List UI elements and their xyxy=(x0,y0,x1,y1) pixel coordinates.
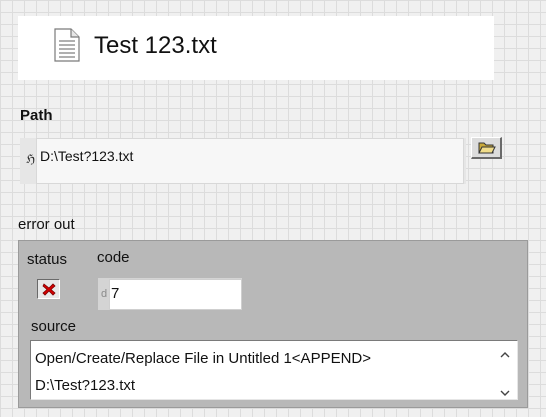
scroll-up-arrow[interactable] xyxy=(498,348,512,362)
code-label: code xyxy=(97,249,130,266)
path-type-glyph: ℌ xyxy=(26,152,36,166)
status-label: status xyxy=(27,251,68,268)
folder-open-icon xyxy=(478,142,496,154)
document-icon xyxy=(54,28,80,62)
chevron-down-icon xyxy=(500,390,510,396)
source-text-line: Open/Create/Replace File in Untitled 1<A… xyxy=(35,350,372,367)
status-indicator[interactable] xyxy=(37,279,60,299)
file-header: Test 123.txt xyxy=(18,16,494,80)
browse-button[interactable] xyxy=(471,137,502,159)
code-value: 7 xyxy=(111,285,120,302)
red-x-icon xyxy=(42,283,56,296)
error-out-label: error out xyxy=(18,216,75,233)
chevron-up-icon xyxy=(500,352,510,358)
file-title: Test 123.txt xyxy=(94,32,217,59)
path-value: D:\Test?123.txt xyxy=(40,148,134,164)
code-field[interactable] xyxy=(109,279,242,310)
source-text-line: D:\Test?123.txt xyxy=(35,377,136,394)
code-radix-indicator[interactable]: d xyxy=(101,288,107,300)
scroll-down-arrow[interactable] xyxy=(498,386,512,400)
path-label: Path xyxy=(20,107,53,124)
source-label: source xyxy=(31,318,77,335)
